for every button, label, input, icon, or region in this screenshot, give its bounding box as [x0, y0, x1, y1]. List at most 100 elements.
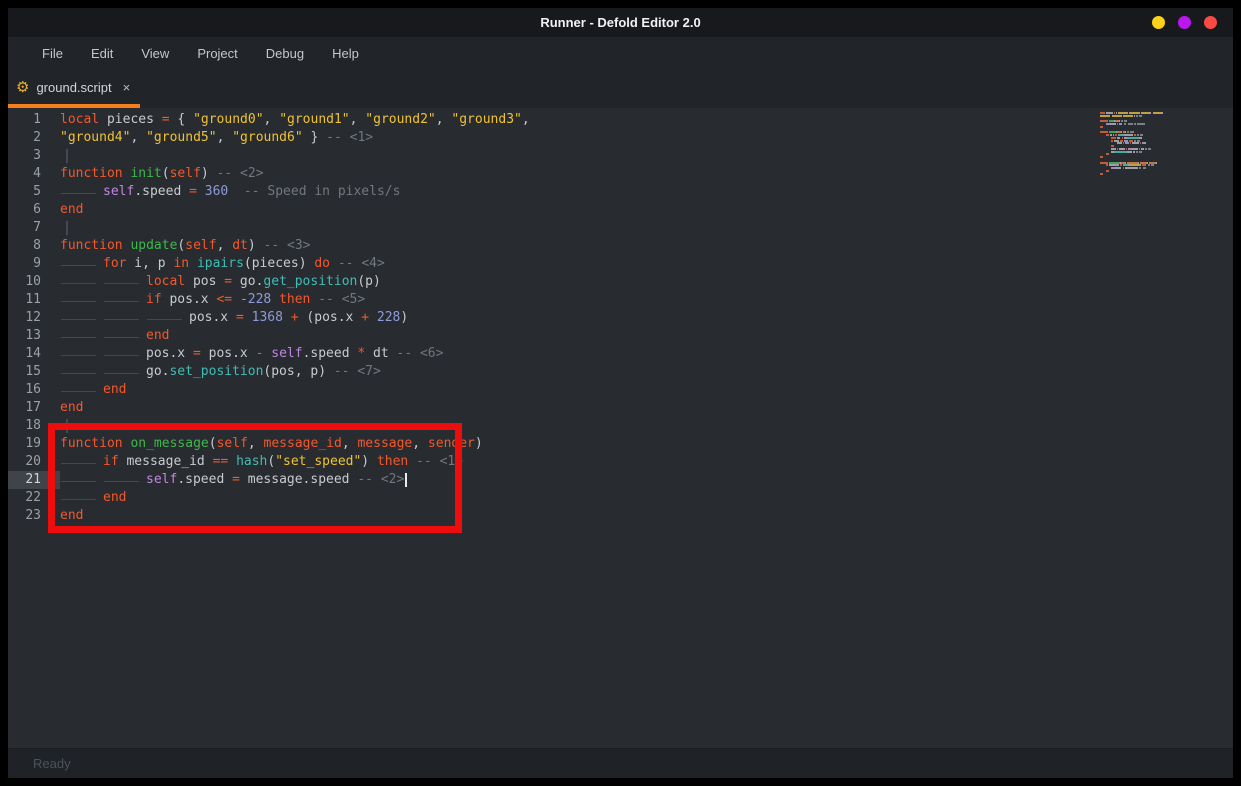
- token-cmt: -- <2>: [217, 166, 264, 181]
- minimap-segment: [1124, 134, 1132, 136]
- minimap-segment: [1137, 134, 1139, 136]
- token-op: =: [224, 274, 232, 289]
- token-cmt: -- <5>: [318, 292, 365, 307]
- token-op: *: [357, 346, 365, 361]
- minimap-segment: [1140, 162, 1147, 164]
- line-number: 9: [8, 255, 60, 273]
- menu-item-debug[interactable]: Debug: [252, 37, 318, 71]
- code-line: 3: [8, 147, 1233, 165]
- code-line: 15go.set_position(pos, p) -- <7>: [8, 363, 1233, 381]
- tab-whitespace-guide: [146, 309, 189, 327]
- menu-bar: FileEditViewProjectDebugHelp: [8, 37, 1233, 71]
- minimap-segment: [1141, 112, 1150, 114]
- token-param: dt: [232, 238, 248, 253]
- minimize-button[interactable]: [1152, 16, 1165, 29]
- minimap-segment: [1115, 134, 1117, 136]
- minimap-segment: [1147, 162, 1148, 164]
- token-txt: pieces: [99, 112, 162, 127]
- menu-item-view[interactable]: View: [127, 37, 183, 71]
- tab-close-icon[interactable]: ×: [119, 80, 131, 95]
- minimap-segment: [1150, 112, 1151, 114]
- code-line: 11if pos.x <= -228 then -- <5>: [8, 291, 1233, 309]
- tab-whitespace-guide: [103, 309, 146, 327]
- title-bar: Runner - Defold Editor 2.0: [8, 8, 1233, 37]
- token-txt: pos.x: [162, 292, 217, 307]
- code-line: 10local pos = go.get_position(p): [8, 273, 1233, 291]
- minimap-segment: [1138, 162, 1139, 164]
- token-txt: {: [170, 112, 193, 127]
- menu-item-file[interactable]: File: [28, 37, 77, 71]
- minimap-segment: [1137, 123, 1145, 125]
- line-content: function update(self, dt) -- <3>: [60, 237, 1233, 255]
- code-line: 7: [8, 219, 1233, 237]
- minimap-segment: [1136, 115, 1138, 117]
- line-number: 12: [8, 309, 60, 327]
- minimap-segment: [1122, 137, 1123, 139]
- code-line: 16end: [8, 381, 1233, 399]
- minimap-segment: [1125, 131, 1126, 133]
- minimap-segment: [1145, 142, 1146, 144]
- line-content: function init(self) -- <2>: [60, 165, 1233, 183]
- close-button[interactable]: [1204, 16, 1217, 29]
- code-editor[interactable]: 1local pieces = { "ground0", "ground1", …: [8, 108, 1233, 748]
- token-cmt: -- <7>: [334, 364, 381, 379]
- line-number: 4: [8, 165, 60, 183]
- token-kw: end: [103, 382, 126, 397]
- token-txt: go.: [146, 364, 169, 379]
- menu-item-edit[interactable]: Edit: [77, 37, 127, 71]
- blank-line-marker: [66, 149, 68, 163]
- maximize-button[interactable]: [1178, 16, 1191, 29]
- token-txt: [232, 292, 240, 307]
- token-bi: set_position: [169, 364, 263, 379]
- tab-whitespace-guide: [60, 327, 103, 345]
- minimap-segment: [1119, 123, 1122, 125]
- token-kw: end: [146, 328, 169, 343]
- token-kw: end: [60, 400, 83, 415]
- token-txt: .speed: [303, 346, 358, 361]
- token-str: "ground4": [60, 130, 130, 145]
- token-txt: ,: [217, 238, 233, 253]
- minimap-segment: [1129, 164, 1141, 166]
- minimap-segment: [1113, 134, 1114, 136]
- token-kw: do: [314, 256, 330, 271]
- minimap-segment: [1112, 115, 1121, 117]
- minimap-segment: [1106, 112, 1112, 114]
- minimap-segment: [1106, 153, 1109, 155]
- token-txt: ): [248, 238, 264, 253]
- minimap-segment: [1127, 112, 1128, 114]
- token-txt: (p): [357, 274, 380, 289]
- minimap-segment: [1100, 115, 1109, 117]
- token-op: +: [291, 310, 299, 325]
- tab-whitespace-guide: [103, 327, 146, 345]
- token-fn: update: [130, 238, 177, 253]
- tab-ground-script[interactable]: ⚙ ground.script ×: [8, 71, 140, 108]
- token-txt: (: [162, 166, 170, 181]
- minimap-segment: [1148, 164, 1150, 166]
- tab-whitespace-guide: [103, 363, 146, 381]
- menu-item-help[interactable]: Help: [318, 37, 373, 71]
- token-kw: for: [103, 256, 126, 271]
- minimap-segment: [1117, 123, 1118, 125]
- token-kw: then: [279, 292, 310, 307]
- menu-item-project[interactable]: Project: [183, 37, 251, 71]
- minimap-segment: [1125, 162, 1126, 164]
- minimap-segment: [1128, 123, 1133, 125]
- token-param: self: [185, 238, 216, 253]
- minimap-segment: [1123, 142, 1124, 144]
- minimap[interactable]: [1100, 112, 1170, 182]
- tab-whitespace-guide: [60, 255, 103, 273]
- line-number: 14: [8, 345, 60, 363]
- token-txt: [197, 184, 205, 199]
- minimap-segment: [1100, 126, 1103, 128]
- minimap-segment: [1111, 137, 1116, 139]
- minimap-segment: [1121, 120, 1123, 122]
- window-controls: [1152, 16, 1217, 29]
- minimap-segment: [1148, 148, 1151, 150]
- token-txt: ,: [522, 112, 530, 127]
- token-txt: go.: [232, 274, 263, 289]
- minimap-segment: [1139, 115, 1142, 117]
- minimap-segment: [1120, 164, 1122, 166]
- tab-whitespace-guide: [60, 381, 103, 399]
- token-txt: pos.x: [189, 310, 236, 325]
- token-cmt: -- <4>: [338, 256, 385, 271]
